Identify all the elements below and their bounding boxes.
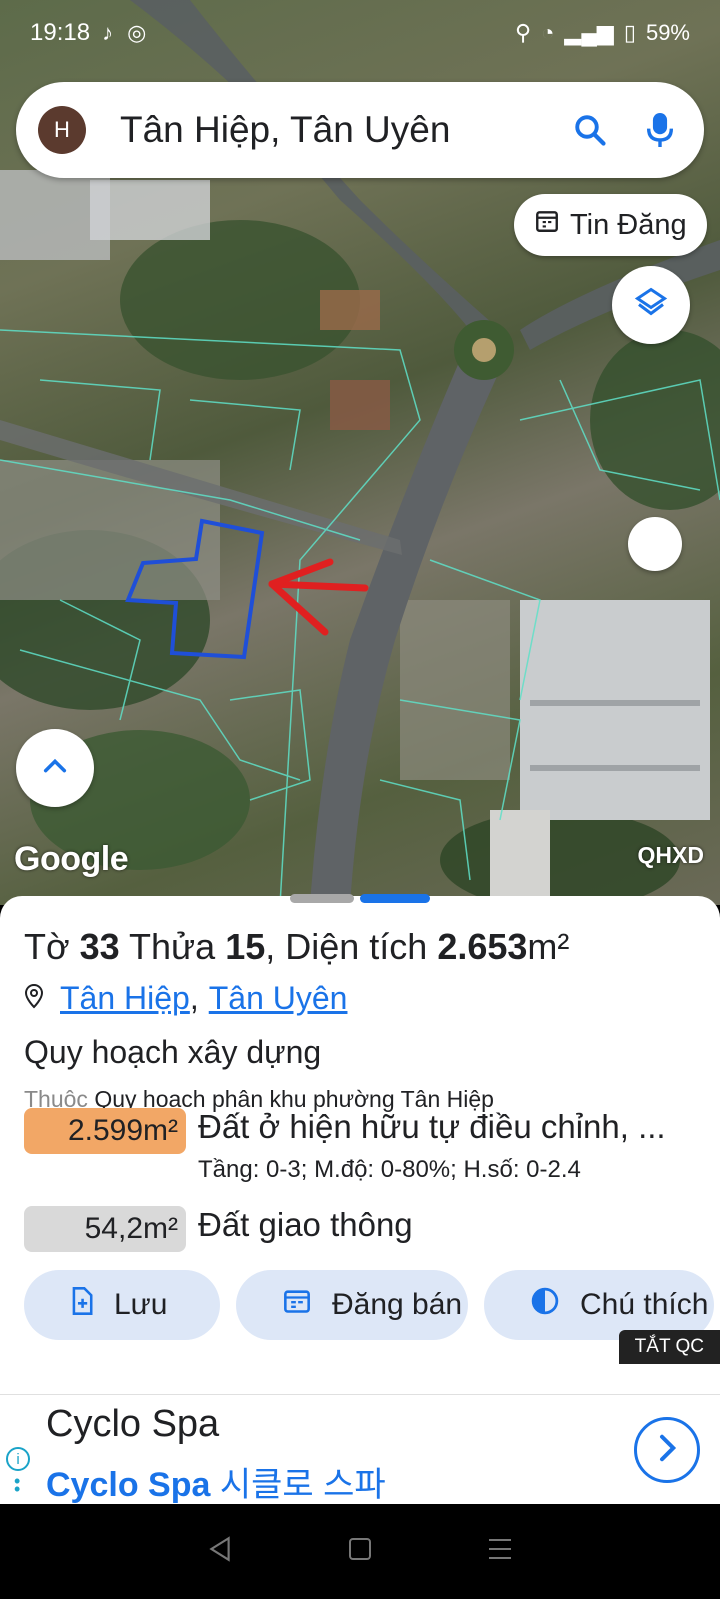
expand-up-button[interactable] [16, 729, 94, 807]
layer-label: QHXD [637, 842, 704, 868]
action-buttons: Lưu Đăng bán Chú thích [24, 1270, 714, 1340]
search-bar[interactable]: H Tân Hiệp, Tân Uyên [16, 82, 704, 178]
parcel-title: Tờ 33 Thửa 15, Diện tích 2.653m² [24, 926, 570, 967]
tin-dang-button[interactable]: Tin Đăng [514, 194, 707, 256]
status-time: 19:18 [30, 19, 91, 46]
location-row: Tân Hiệp , Tân Uyên [24, 980, 347, 1017]
tin-dang-label: Tin Đăng [570, 208, 687, 241]
signal-icon: ▂▄▆ [564, 20, 614, 45]
ad-menu-icon[interactable]: • • [14, 1472, 20, 1498]
location-icon: ⚲ [514, 20, 532, 45]
ad-title: Cyclo Spa [46, 1403, 220, 1445]
ad-info-icon[interactable]: i [6, 1447, 30, 1471]
layers-button[interactable] [612, 266, 690, 344]
district-link[interactable]: Tân Uyên [209, 980, 348, 1017]
google-logo: Google [14, 840, 129, 878]
hide-ads-button[interactable]: TẮT QC [618, 1330, 720, 1364]
ward-link[interactable]: Tân Hiệp [60, 980, 190, 1017]
save-button[interactable]: Lưu [24, 1270, 220, 1340]
add-file-icon [70, 1286, 94, 1324]
back-icon[interactable] [207, 1535, 233, 1568]
zone-row[interactable]: 54,2m² Đất giao thông [24, 1206, 413, 1252]
zone-name: Đất ở hiện hữu tự điều chỉnh, ... [198, 1108, 666, 1145]
location-pin-icon [24, 980, 44, 1017]
microphone-icon[interactable] [638, 108, 682, 152]
chevron-up-icon [41, 756, 69, 781]
zone-area-badge: 54,2m² [24, 1206, 186, 1252]
calendar-icon [282, 1287, 312, 1323]
search-input[interactable]: Tân Hiệp, Tân Uyên [120, 109, 542, 151]
zone-area-badge: 2.599m² [24, 1108, 186, 1154]
messenger-icon: ◎ [127, 20, 147, 45]
ad-subtitle: Cyclo Spa 시클로 스파 [46, 1466, 386, 1504]
contrast-icon [530, 1286, 560, 1324]
home-icon[interactable] [348, 1537, 372, 1566]
zone-name: Đất giao thông [198, 1206, 413, 1243]
zone-row[interactable]: 2.599m² Đất ở hiện hữu tự điều chỉnh, ..… [24, 1108, 666, 1184]
compass-button[interactable] [628, 517, 682, 571]
calendar-icon [534, 208, 560, 242]
parcel-info-sheet: Tờ 33 Thửa 15, Diện tích 2.653m² Tân Hiệ… [0, 894, 720, 1394]
battery-level: 59% [645, 20, 690, 45]
planning-section-title: Quy hoạch xây dựng [24, 1034, 322, 1070]
ad-open-button[interactable] [634, 1417, 700, 1483]
zone-detail: Tầng: 0-3; M.độ: 0-80%; H.số: 0-2.4 [198, 1156, 581, 1183]
red-arrow-marker [268, 558, 369, 636]
chevron-right-icon [656, 1433, 678, 1468]
post-for-sale-button[interactable]: Đăng bán [236, 1270, 468, 1340]
system-nav-bar [0, 1504, 720, 1599]
map-view[interactable]: 19:18 ♪ ◎ ⚲ ◔ ▂▄▆ ▯ 59% H Tân Hiệp, Tân … [0, 0, 720, 905]
sheet-handle[interactable] [290, 894, 430, 903]
search-icon[interactable] [568, 108, 612, 152]
battery-icon: ▯ [623, 20, 636, 45]
status-bar: 19:18 ♪ ◎ ⚲ ◔ ▂▄▆ ▯ 59% [0, 0, 720, 66]
layers-icon [633, 285, 669, 326]
wifi-icon: ◔ [541, 20, 555, 45]
avatar[interactable]: H [38, 106, 86, 154]
tiktok-icon: ♪ [102, 20, 114, 45]
recents-icon[interactable] [487, 1537, 513, 1566]
ad-banner[interactable]: i • • Cyclo Spa Cyclo Spa 시클로 스파 [0, 1394, 720, 1504]
